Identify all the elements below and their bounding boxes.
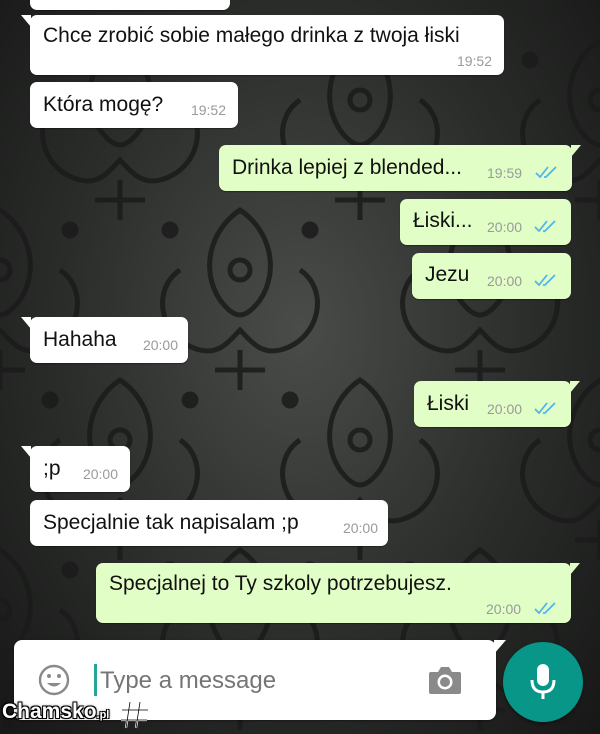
message-bubble[interactable]: Specjalnej to Ty szkoly potrzebujesz. 20… — [96, 563, 580, 623]
message-time: 19:59 — [487, 165, 523, 181]
message-text: Która mogę? — [43, 93, 164, 116]
message-text: Łiski — [427, 392, 470, 415]
text-cursor — [94, 664, 97, 696]
message-text: Specjalnej to Ty szkoly potrzebujesz. — [109, 572, 452, 595]
read-ticks-icon — [534, 274, 556, 287]
bubble-tail — [570, 381, 580, 393]
camera-icon[interactable] — [427, 664, 463, 696]
bubble-tail — [21, 15, 31, 27]
message-time: 20:00 — [487, 273, 523, 289]
read-ticks-icon — [534, 402, 556, 415]
message-bubble-partial — [30, 0, 230, 10]
microphone-button[interactable] — [503, 642, 583, 722]
message-time: 20:00 — [82, 466, 118, 482]
hash-logo-icon — [121, 701, 148, 729]
message-bubble[interactable]: Łiski... 20:00 — [400, 199, 571, 245]
emoji-icon[interactable] — [37, 663, 71, 697]
message-bubble[interactable]: Która mogę? 19:52 — [30, 82, 238, 128]
message-time: 19:52 — [190, 102, 226, 118]
message-time: 20:00 — [486, 601, 522, 617]
bubble-tail — [21, 317, 31, 329]
message-bubble[interactable]: Chce zrobić sobie małego drinka z twoja … — [21, 15, 504, 75]
message-text: Specjalnie tak napisalam ;p — [43, 511, 299, 534]
microphone-icon — [530, 664, 556, 699]
message-bubble[interactable]: Jezu 20:00 — [412, 253, 571, 299]
message-time: 20:00 — [487, 219, 523, 235]
message-time: 19:52 — [456, 53, 492, 69]
watermark-brand: Chamsko — [2, 700, 97, 723]
message-text: Drinka lepiej z blended... — [232, 156, 462, 179]
composer-tail — [494, 640, 506, 654]
message-text: Hahaha — [43, 328, 117, 351]
bubble-tail — [571, 145, 581, 157]
message-text: Chce zrobić sobie małego drinka z twoja … — [43, 24, 460, 47]
message-time: 20:00 — [342, 520, 378, 536]
message-bubble[interactable]: Łiski 20:00 — [414, 381, 580, 427]
read-ticks-icon — [534, 602, 556, 615]
watermark-suffix: .pl — [96, 709, 110, 721]
bubble-tail — [21, 446, 31, 458]
message-text: Jezu — [425, 263, 470, 286]
message-time: 20:00 — [142, 337, 178, 353]
message-bubble[interactable]: Specjalnie tak napisalam ;p 20:00 — [30, 500, 388, 546]
message-time: 20:00 — [487, 401, 523, 417]
message-bubble[interactable]: Drinka lepiej z blended... 19:59 — [219, 145, 581, 191]
read-ticks-icon — [535, 166, 557, 179]
message-text: Łiski... — [413, 209, 473, 232]
message-text: ;p — [43, 457, 61, 480]
message-input[interactable] — [98, 660, 402, 702]
message-bubble[interactable]: ;p 20:00 — [21, 446, 130, 492]
read-ticks-icon — [534, 220, 556, 233]
watermark-logo: Chamsko.pl — [2, 700, 148, 732]
bubble-tail — [570, 563, 580, 575]
message-bubble[interactable]: Hahaha 20:00 — [21, 317, 188, 363]
